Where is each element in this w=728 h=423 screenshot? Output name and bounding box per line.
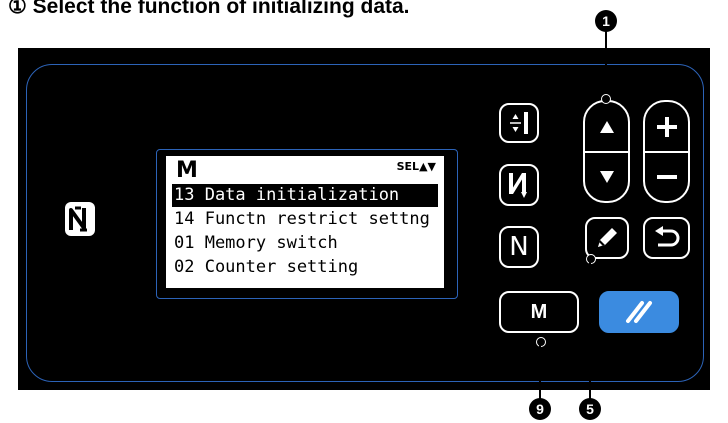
callout-1-leader xyxy=(605,31,607,97)
n-button[interactable]: N xyxy=(499,226,539,268)
lcd-mode-label: M xyxy=(176,158,198,183)
edit-button[interactable] xyxy=(585,217,629,259)
return-icon xyxy=(654,226,679,247)
lcd-menu-item-function-restrict[interactable]: 14 Functn restrict settng xyxy=(172,208,438,231)
callout-5-leader xyxy=(589,261,591,400)
up-down-key[interactable] xyxy=(583,100,630,203)
reverse-stitch-button[interactable] xyxy=(499,164,539,206)
callout-9-leader xyxy=(539,344,541,400)
up-key[interactable] xyxy=(585,102,628,151)
pencil-icon xyxy=(598,228,617,247)
n-button-label: N xyxy=(509,232,529,262)
thread-trimmer-button[interactable] xyxy=(499,103,539,143)
reset-button[interactable] xyxy=(599,291,679,333)
callout-9-dot xyxy=(536,337,546,347)
return-button[interactable] xyxy=(643,217,690,259)
lcd-menu-item-data-initialization[interactable]: 13 Data initialization xyxy=(172,184,438,207)
down-key[interactable] xyxy=(585,153,628,201)
m-button-label: M xyxy=(530,300,548,323)
callout-5-dot xyxy=(586,254,596,264)
instruction-heading: ① Select the function of initializing da… xyxy=(8,0,410,18)
reverse-n-icon xyxy=(509,173,527,198)
m-button[interactable]: M xyxy=(499,291,579,333)
minus-key[interactable] xyxy=(645,153,688,201)
triangle-down-icon xyxy=(599,171,614,183)
triangle-up-icon xyxy=(599,120,614,133)
nfc-icon xyxy=(64,201,98,237)
reset-slash-icon xyxy=(626,301,652,323)
lcd-select-hint: SEL▲▼ xyxy=(396,160,436,173)
callout-9: 9 xyxy=(529,398,551,420)
minus-icon xyxy=(656,175,677,179)
plus-key[interactable] xyxy=(645,102,688,151)
lcd-menu-item-counter-setting[interactable]: 02 Counter setting xyxy=(172,256,438,279)
callout-1-dot xyxy=(601,94,611,104)
callout-1: 1 xyxy=(595,10,617,32)
lcd-menu-item-memory-switch[interactable]: 01 Memory switch xyxy=(172,232,438,255)
plus-icon xyxy=(656,116,677,137)
lcd-screen: M SEL▲▼ 13 Data initialization 14 Functn… xyxy=(166,156,444,288)
callout-5: 5 xyxy=(579,398,601,420)
thread-trim-icon xyxy=(510,112,528,134)
plus-minus-key[interactable] xyxy=(643,100,690,203)
